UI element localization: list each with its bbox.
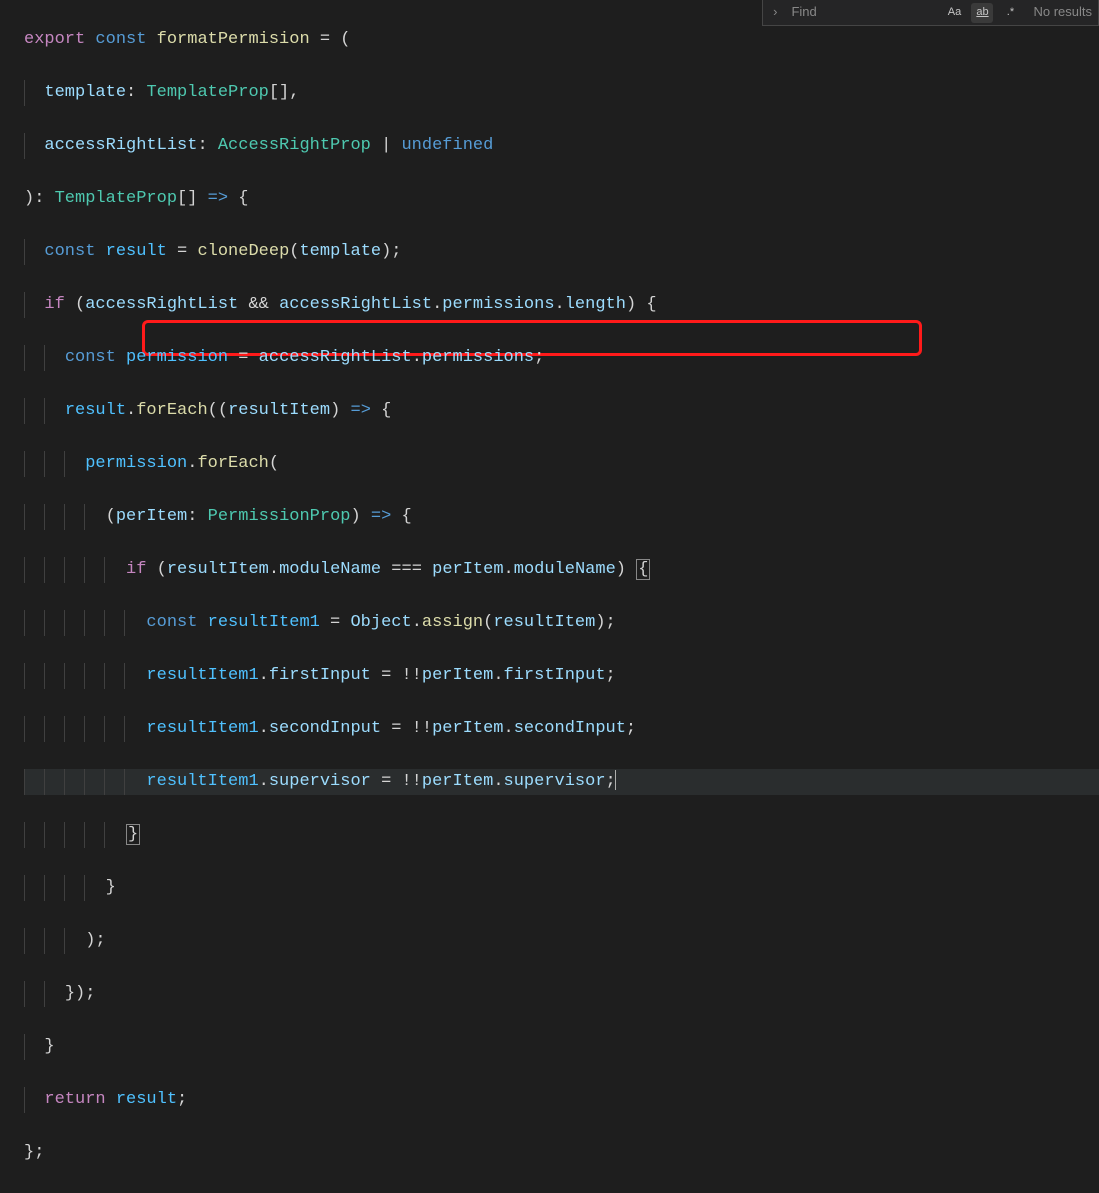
code-line[interactable]: permission.forEach( — [24, 451, 1099, 478]
code-line[interactable]: const permission = accessRightList.permi… — [24, 345, 1099, 372]
code-line[interactable]: result.forEach((resultItem) => { — [24, 398, 1099, 425]
code-line[interactable]: (perItem: PermissionProp) => { — [24, 504, 1099, 531]
code-line[interactable]: accessRightList: AccessRightProp | undef… — [24, 133, 1099, 160]
code-line[interactable]: if (accessRightList && accessRightList.p… — [24, 292, 1099, 319]
chevron-right-icon[interactable]: › — [769, 0, 781, 26]
code-line[interactable]: }; — [24, 1140, 1099, 1167]
find-input[interactable]: Find — [787, 0, 937, 28]
match-whole-word-button[interactable]: ab — [971, 3, 993, 23]
code-editor[interactable]: export const formatPermision = ( templat… — [0, 0, 1099, 1193]
find-results-label: No results — [1033, 0, 1092, 26]
match-case-button[interactable]: Aa — [943, 3, 965, 23]
code-line[interactable]: ); — [24, 928, 1099, 955]
code-line[interactable]: } — [24, 822, 1099, 849]
code-line[interactable]: } — [24, 875, 1099, 902]
code-line[interactable]: resultItem1.supervisor = !!perItem.super… — [24, 769, 1099, 796]
code-line[interactable]: resultItem1.secondInput = !!perItem.seco… — [24, 716, 1099, 743]
code-line[interactable]: if (resultItem.moduleName === perItem.mo… — [24, 557, 1099, 584]
regex-button[interactable]: .* — [999, 3, 1021, 23]
code-line[interactable]: const resultItem1 = Object.assign(result… — [24, 610, 1099, 637]
code-line[interactable]: template: TemplateProp[], — [24, 80, 1099, 107]
code-line[interactable]: resultItem1.firstInput = !!perItem.first… — [24, 663, 1099, 690]
code-line[interactable]: export const formatPermision = ( — [24, 27, 1099, 54]
code-line[interactable]: ): TemplateProp[] => { — [24, 186, 1099, 213]
code-line[interactable]: } — [24, 1034, 1099, 1061]
code-line[interactable]: return result; — [24, 1087, 1099, 1114]
code-line[interactable]: const result = cloneDeep(template); — [24, 239, 1099, 266]
code-line[interactable]: }); — [24, 981, 1099, 1008]
text-cursor — [615, 770, 616, 790]
find-widget[interactable]: › Find Aa ab .* No results — [762, 0, 1099, 26]
